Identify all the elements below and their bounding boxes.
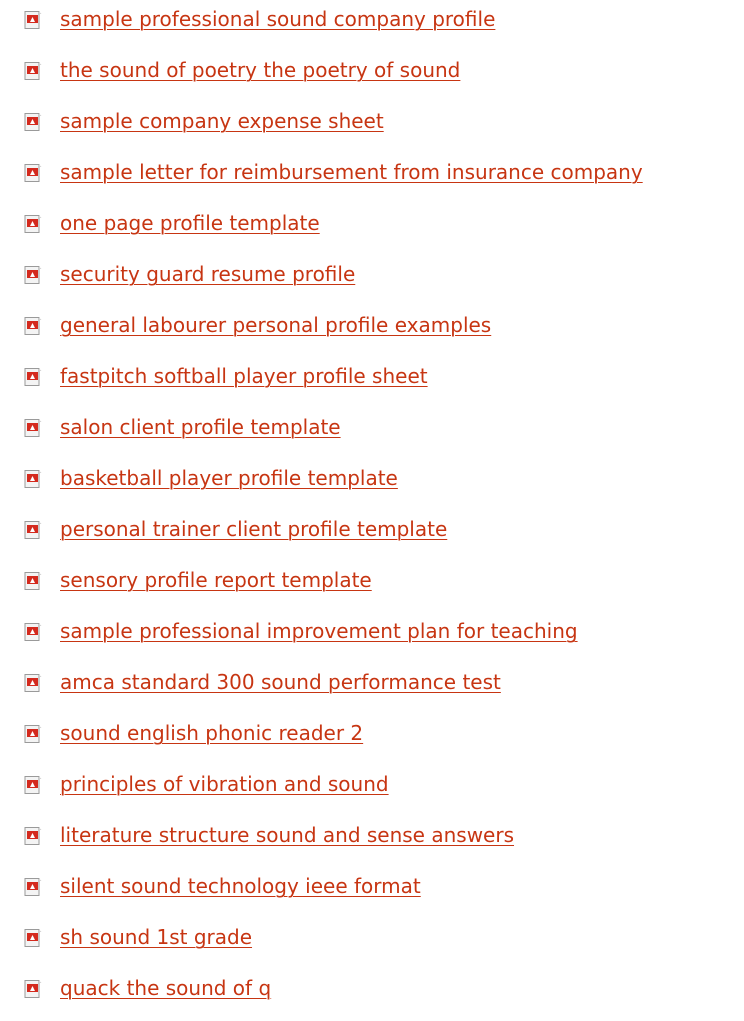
pdf-file-icon: [24, 623, 42, 641]
document-link[interactable]: sample company expense sheet: [60, 108, 384, 134]
document-link[interactable]: sample professional improvement plan for…: [60, 618, 578, 644]
document-link[interactable]: quack the sound of q: [60, 975, 271, 1001]
list-item: fastpitch softball player profile sheet: [0, 357, 744, 397]
list-item: the sound of poetry the poetry of sound: [0, 51, 744, 91]
pdf-file-icon: [24, 113, 42, 131]
document-link[interactable]: one page profile template: [60, 210, 320, 236]
list-item: salon client profile template: [0, 408, 744, 448]
list-item: sound english phonic reader 2: [0, 714, 744, 754]
pdf-file-icon: [24, 674, 42, 692]
list-item: sample professional sound company profil…: [0, 0, 744, 40]
list-item: sample professional improvement plan for…: [0, 612, 744, 652]
list-item: sh sound 1st grade: [0, 918, 744, 958]
pdf-file-icon: [24, 980, 42, 998]
pdf-file-icon: [24, 266, 42, 284]
pdf-file-icon: [24, 827, 42, 845]
list-item: sample company expense sheet: [0, 102, 744, 142]
document-link[interactable]: amca standard 300 sound performance test: [60, 669, 501, 695]
list-item: sensory profile report template: [0, 561, 744, 601]
pdf-file-icon: [24, 215, 42, 233]
pdf-file-icon: [24, 521, 42, 539]
document-link[interactable]: sample letter for reimbursement from ins…: [60, 159, 643, 185]
list-item: security guard resume profile: [0, 255, 744, 295]
pdf-file-icon: [24, 164, 42, 182]
document-link[interactable]: sensory profile report template: [60, 567, 372, 593]
pdf-file-icon: [24, 11, 42, 29]
list-item: quack the sound of q: [0, 969, 744, 1009]
document-link[interactable]: sample professional sound company profil…: [60, 6, 495, 32]
document-link[interactable]: silent sound technology ieee format: [60, 873, 421, 899]
list-item: principles of vibration and sound: [0, 765, 744, 805]
document-link[interactable]: security guard resume profile: [60, 261, 355, 287]
pdf-file-icon: [24, 572, 42, 590]
pdf-file-icon: [24, 470, 42, 488]
document-link[interactable]: literature structure sound and sense ans…: [60, 822, 514, 848]
list-item: silent sound technology ieee format: [0, 867, 744, 907]
document-link[interactable]: principles of vibration and sound: [60, 771, 389, 797]
pdf-file-icon: [24, 725, 42, 743]
pdf-file-icon: [24, 878, 42, 896]
document-link[interactable]: personal trainer client profile template: [60, 516, 447, 542]
list-item: sample letter for reimbursement from ins…: [0, 153, 744, 193]
list-item: amca standard 300 sound performance test: [0, 663, 744, 703]
document-link[interactable]: basketball player profile template: [60, 465, 398, 491]
document-link[interactable]: salon client profile template: [60, 414, 341, 440]
pdf-file-icon: [24, 62, 42, 80]
pdf-file-icon: [24, 317, 42, 335]
document-link[interactable]: sound english phonic reader 2: [60, 720, 363, 746]
document-link[interactable]: sh sound 1st grade: [60, 924, 252, 950]
pdf-file-icon: [24, 776, 42, 794]
document-link[interactable]: the sound of poetry the poetry of sound: [60, 57, 460, 83]
pdf-file-icon: [24, 929, 42, 947]
list-item: literature structure sound and sense ans…: [0, 816, 744, 856]
list-item: one page profile template: [0, 204, 744, 244]
document-link[interactable]: fastpitch softball player profile sheet: [60, 363, 428, 389]
document-link[interactable]: general labourer personal profile exampl…: [60, 312, 491, 338]
pdf-file-icon: [24, 419, 42, 437]
list-item: general labourer personal profile exampl…: [0, 306, 744, 346]
pdf-file-icon: [24, 368, 42, 386]
list-item: basketball player profile template: [0, 459, 744, 499]
list-item: personal trainer client profile template: [0, 510, 744, 550]
